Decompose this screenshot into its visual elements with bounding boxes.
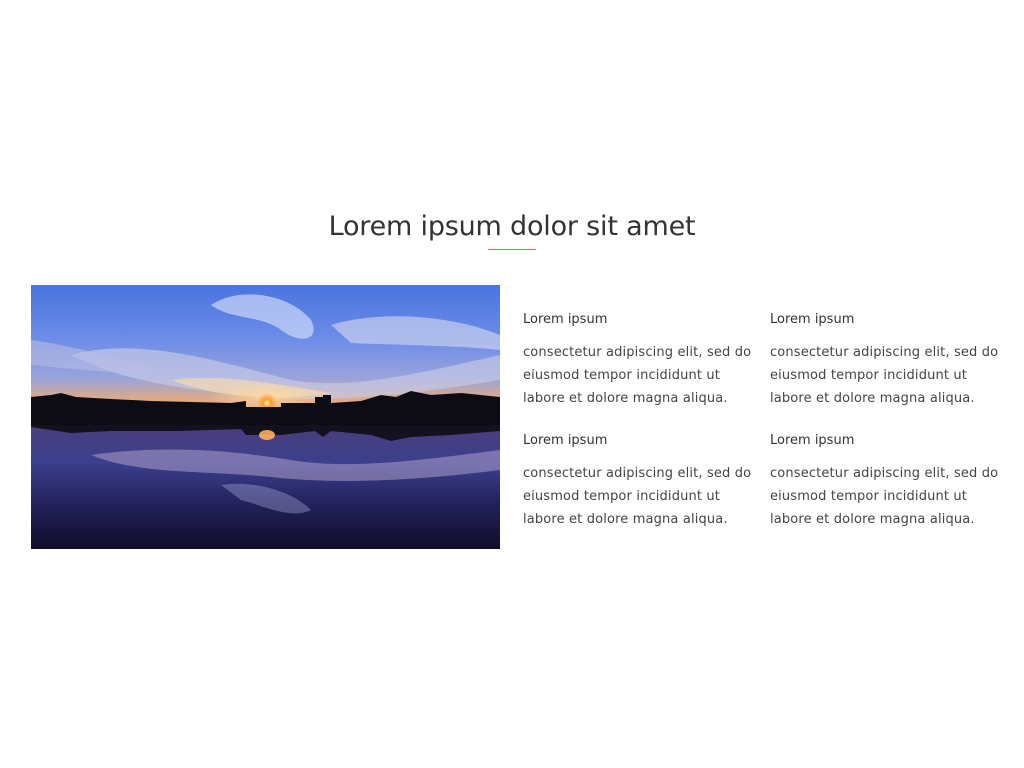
feature-text: consectetur adipiscing elit, sed do eius… <box>770 345 999 406</box>
feature-text: consectetur adipiscing elit, sed do eius… <box>770 466 999 527</box>
feature-block: Lorem ipsum consectetur adipiscing elit,… <box>770 312 1010 410</box>
feature-block: Lorem ipsum consectetur adipiscing elit,… <box>523 312 763 410</box>
feature-title: Lorem ipsum <box>523 312 608 327</box>
title-underline <box>488 249 536 250</box>
hero-image <box>31 285 500 549</box>
page-title: Lorem ipsum dolor sit amet <box>328 211 696 242</box>
sunset-lake-image <box>31 285 500 549</box>
feature-title: Lorem ipsum <box>523 433 608 448</box>
feature-block: Lorem ipsum consectetur adipiscing elit,… <box>523 433 763 531</box>
feature-text: consectetur adipiscing elit, sed do eius… <box>523 345 752 406</box>
feature-block: Lorem ipsum consectetur adipiscing elit,… <box>770 433 1010 531</box>
feature-title: Lorem ipsum <box>770 312 855 327</box>
feature-text: consectetur adipiscing elit, sed do eius… <box>523 466 752 527</box>
feature-title: Lorem ipsum <box>770 433 855 448</box>
